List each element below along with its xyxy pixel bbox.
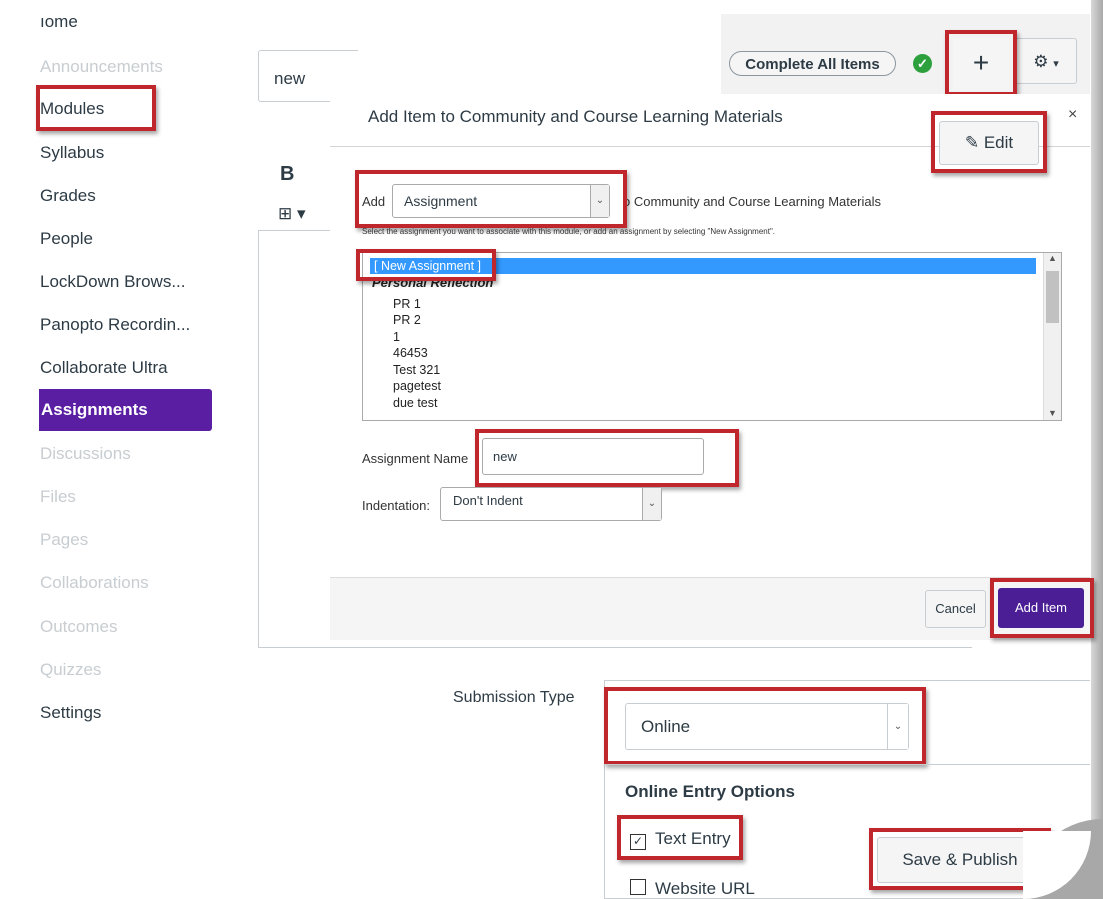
highlight-add-select — [355, 170, 627, 228]
listbox-scrollbar[interactable]: ▲ ▼ — [1043, 253, 1061, 420]
rich-text-editor[interactable] — [258, 230, 330, 648]
sidebar-item-outcomes[interactable]: Outcomes — [40, 617, 117, 637]
list-item[interactable]: pagetest — [393, 379, 441, 393]
website-url-checkbox[interactable] — [630, 879, 646, 895]
sidebar-item-settings[interactable]: Settings — [40, 703, 101, 723]
scroll-thumb[interactable] — [1046, 271, 1059, 323]
sidebar-item-people[interactable]: People — [40, 229, 93, 249]
highlight-submission-type — [604, 687, 926, 765]
list-item[interactable]: 46453 — [393, 346, 428, 360]
list-item[interactable]: Test 321 — [393, 363, 440, 377]
list-item[interactable]: due test — [393, 396, 437, 410]
online-entry-options-title: Online Entry Options — [625, 782, 796, 801]
highlight-add-item — [990, 578, 1094, 638]
chevron-down-icon: ⌄ — [642, 488, 661, 520]
assignment-name-label: Assignment Name — [362, 451, 469, 466]
indentation-select[interactable]: Don't Indent ⌄ — [440, 487, 662, 521]
highlight-new-assignment — [356, 249, 496, 281]
cancel-button[interactable]: Cancel — [925, 590, 986, 628]
sidebar-item-files[interactable]: Files — [40, 487, 76, 507]
settings-gear-button[interactable]: ⚙ ▾ — [1015, 38, 1077, 84]
sidebar-item-home[interactable]: ıome — [40, 12, 78, 32]
add-to-text: o Community and Course Learning Material… — [623, 194, 881, 209]
highlight-edit — [931, 111, 1047, 173]
check-circle-icon: ✓ — [913, 54, 932, 73]
scroll-down-icon[interactable]: ▼ — [1044, 408, 1061, 418]
sidebar-item-quizzes[interactable]: Quizzes — [40, 660, 101, 680]
scroll-up-icon[interactable]: ▲ — [1044, 253, 1061, 263]
complete-all-items-button[interactable]: Complete All Items — [729, 51, 896, 76]
sidebar-item-lockdown-browser[interactable]: LockDown Brows... — [40, 272, 186, 292]
highlight-plus — [945, 30, 1017, 96]
sidebar-item-syllabus[interactable]: Syllabus — [40, 143, 104, 163]
sidebar-item-assignments[interactable]: Assignments — [39, 389, 212, 431]
highlight-text-entry — [617, 815, 743, 860]
list-item[interactable]: 1 — [393, 330, 400, 344]
indentation-label: Indentation: — [362, 498, 430, 513]
dialog-title: Add Item to Community and Course Learnin… — [368, 107, 783, 126]
website-url-option[interactable]: Website URL — [630, 879, 755, 899]
list-item[interactable]: PR 2 — [393, 313, 421, 327]
assignment-hint: Select the assignment you want to associ… — [362, 227, 776, 236]
sidebar-item-announcements[interactable]: Announcements — [40, 57, 163, 77]
window-edge-shadow — [1091, 0, 1103, 899]
chevron-down-icon: ▾ — [1053, 58, 1059, 70]
bold-button[interactable]: B — [280, 163, 294, 186]
sidebar-item-panopto[interactable]: Panopto Recordin... — [40, 315, 190, 335]
sidebar-item-collaborations[interactable]: Collaborations — [40, 573, 149, 593]
editor-bottom-border — [258, 647, 972, 648]
list-item[interactable]: PR 1 — [393, 297, 421, 311]
table-icon[interactable]: ⊞ ▾ — [278, 204, 306, 224]
close-icon[interactable]: × — [1068, 106, 1077, 124]
submission-divider — [604, 764, 1090, 765]
website-url-label: Website URL — [655, 879, 755, 898]
gear-icon: ⚙ — [1033, 52, 1049, 71]
sidebar-item-discussions[interactable]: Discussions — [40, 444, 131, 464]
indentation-value: Don't Indent — [453, 493, 523, 508]
submission-type-label: Submission Type — [453, 689, 575, 706]
sidebar-item-pages[interactable]: Pages — [40, 530, 88, 550]
sidebar-item-collaborate-ultra[interactable]: Collaborate Ultra — [40, 358, 168, 378]
sidebar-item-grades[interactable]: Grades — [40, 186, 96, 206]
highlight-modules — [36, 85, 156, 131]
highlight-assignment-name — [475, 429, 739, 487]
